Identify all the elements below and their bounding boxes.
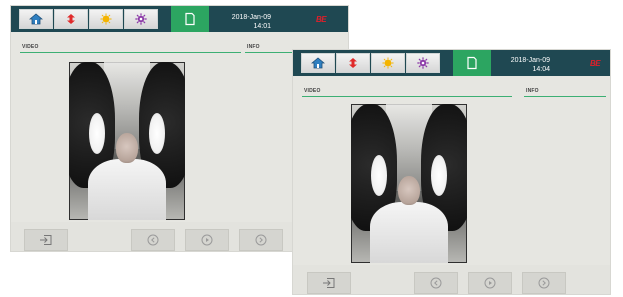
home-icon <box>29 13 43 25</box>
next-button[interactable] <box>522 272 566 294</box>
exit-button[interactable] <box>307 272 351 294</box>
swap-icon <box>349 58 357 68</box>
page-button[interactable] <box>171 6 209 32</box>
person-body <box>87 159 167 220</box>
settings-button[interactable] <box>406 53 440 73</box>
play-icon <box>201 234 213 246</box>
exit-button[interactable] <box>24 229 68 251</box>
info-section-label: INFO <box>247 44 260 50</box>
gear-icon <box>417 57 429 69</box>
play-button[interactable] <box>468 272 512 294</box>
time-text: 14:01 <box>253 23 271 30</box>
video-section-label: VIDEO <box>22 44 39 50</box>
date-text: 2018-Jan-09 <box>510 57 550 64</box>
next-button[interactable] <box>239 229 283 251</box>
video-section-divider <box>20 52 241 53</box>
video-feed <box>69 62 185 220</box>
person <box>369 175 449 263</box>
person-head <box>398 175 420 206</box>
sun-icon <box>382 57 394 69</box>
next-icon <box>538 277 550 289</box>
datetime: 2018-Jan-09 14:04 <box>490 56 550 74</box>
swap-button[interactable] <box>54 9 88 29</box>
exit-icon <box>40 235 52 245</box>
person <box>87 133 167 220</box>
info-section-divider <box>524 96 606 97</box>
page-icon <box>467 56 477 70</box>
previous-button[interactable] <box>131 229 175 251</box>
right-lamp <box>149 112 166 154</box>
front-screen: 2018-Jan-09 14:04 BE VIDEO INFO <box>292 49 611 295</box>
previous-button[interactable] <box>414 272 458 294</box>
previous-icon <box>147 234 159 246</box>
next-icon <box>255 234 267 246</box>
home-button[interactable] <box>301 53 335 73</box>
page-button[interactable] <box>453 50 491 76</box>
brightness-button[interactable] <box>371 53 405 73</box>
brightness-button[interactable] <box>89 9 123 29</box>
sun-icon <box>100 13 112 25</box>
datetime: 2018-Jan-09 14:01 <box>211 13 271 31</box>
swap-icon <box>67 14 75 24</box>
exit-icon <box>323 278 335 288</box>
left-lamp <box>88 112 105 154</box>
play-icon <box>484 277 496 289</box>
brand-logo: BE <box>316 15 327 24</box>
gear-icon <box>135 13 147 25</box>
previous-icon <box>430 277 442 289</box>
date-text: 2018-Jan-09 <box>231 14 271 21</box>
left-lamp <box>370 154 387 197</box>
play-button[interactable] <box>185 229 229 251</box>
home-icon <box>311 57 325 69</box>
brand-logo: BE <box>590 59 601 68</box>
info-section-label: INFO <box>526 88 539 94</box>
person-head <box>116 133 138 163</box>
person-body <box>369 201 449 263</box>
home-button[interactable] <box>19 9 53 29</box>
time-text: 14:04 <box>532 66 550 73</box>
video-feed <box>351 104 467 263</box>
video-section-label: VIDEO <box>304 88 321 94</box>
video-section-divider <box>302 96 512 97</box>
settings-button[interactable] <box>124 9 158 29</box>
page-icon <box>185 12 195 26</box>
swap-button[interactable] <box>336 53 370 73</box>
